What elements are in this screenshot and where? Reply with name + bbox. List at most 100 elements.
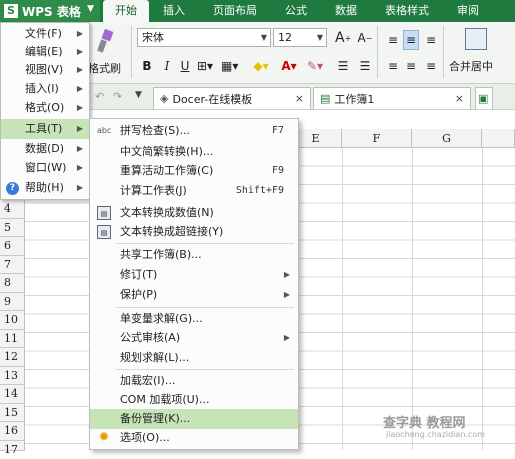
menu-label: 帮助(H) [25,181,64,194]
menu-label: 修订(T) [120,268,158,281]
menu-item-track-changes[interactable]: 修订(T) ▶ [90,265,298,285]
underline-button[interactable]: U [177,56,193,76]
redo-icon[interactable]: ↷ [113,90,122,103]
tab-formulas[interactable]: 公式 [271,0,321,22]
font-name-select[interactable]: 宋体 ▼ [137,28,271,47]
align-right-icon[interactable]: ≡ [423,56,439,76]
menu-item-calc-sheet[interactable]: 计算工作表(J) Shift+F9 [90,181,298,201]
merge-center-label[interactable]: 合并居中 [449,58,493,74]
menu-label: 文本转换成超链接(Y) [120,225,224,238]
format-painter-icon[interactable] [93,28,121,54]
row-header[interactable]: 13 [0,366,25,385]
close-icon[interactable]: × [455,92,464,105]
menu-item-text-to-hyperlink[interactable]: ▤ 文本转换成超链接(Y) [90,222,298,242]
menu-item-format[interactable]: 格式(O) ▶ [1,98,89,118]
bold-button[interactable]: B [139,56,155,76]
docer-icon: ◈ [160,92,169,105]
menu-item-tools[interactable]: 工具(T) ▶ [1,119,89,139]
menu-label: 文件(F) [25,27,62,40]
wps-app-menu-button[interactable]: S WPS 表格 ▼ [0,0,100,22]
chevron-right-icon: ▶ [76,183,83,192]
row-header[interactable]: 6 [0,237,25,256]
row-header[interactable]: 10 [0,311,25,330]
sheet-icon: ▤ [320,92,331,105]
menu-item-formula-auditing[interactable]: 公式审核(A) ▶ [90,328,298,348]
align-middle-icon[interactable]: ≡ [403,30,419,50]
doc-tab-workbook1[interactable]: ▤ 工作簿1 × [313,87,471,109]
menu-item-text-to-number[interactable]: ▤ 文本转换成数值(N) [90,203,298,223]
tab-home[interactable]: 开始 [103,0,149,22]
menu-item-file[interactable]: 文件(F) ▶ [1,24,89,44]
menu-item-insert[interactable]: 插入(I) ▶ [1,79,89,99]
font-size-select[interactable]: 12 ▼ [273,28,327,47]
indent-increase-icon[interactable]: ☰ [357,56,373,76]
menu-item-edit[interactable]: 编辑(E) ▶ [1,42,89,62]
close-icon[interactable]: × [295,92,304,105]
chevron-down-icon: ▼ [87,4,94,14]
tab-review[interactable]: 审阅 [443,0,493,22]
italic-button[interactable]: I [159,56,175,76]
decrease-font-icon[interactable]: A − [357,28,373,48]
row-header[interactable]: 11 [0,329,25,348]
menu-item-spell-check[interactable]: abc 拼写检查(S)... F7 [90,121,298,141]
menu-label: 加载宏(I)... [120,374,176,387]
ribbon-panel: 格式刷 宋体 ▼ 12 ▼ A + A − B I U ⊞▾ ▦▾ ◆▾ A▾ ✎▾… [85,22,515,84]
row-header[interactable]: 17 [0,440,25,456]
clear-format-icon[interactable]: ✎▾ [307,56,323,76]
font-color-icon[interactable]: A▾ [281,56,297,76]
indent-decrease-icon[interactable]: ☰ [335,56,351,76]
column-header-f[interactable]: F [342,129,412,148]
column-header-h[interactable] [482,129,515,148]
menu-item-goal-seek[interactable]: 单变量求解(G)... [90,309,298,329]
tab-page-layout[interactable]: 页面布局 [199,0,271,22]
row-header[interactable]: 4 [0,200,25,219]
menu-item-recalc-workbook[interactable]: 重算活动工作簿(C) F9 [90,161,298,181]
tab-data[interactable]: 数据 [321,0,371,22]
row-header[interactable]: 9 [0,292,25,311]
align-left-icon[interactable]: ≡ [385,56,401,76]
menu-item-help[interactable]: ? 帮助(H) ▶ [1,178,89,198]
column-header-g[interactable]: G [412,129,482,148]
menu-item-window[interactable]: 窗口(W) ▶ [1,158,89,178]
merge-center-icon[interactable] [465,28,487,50]
row-header[interactable]: 5 [0,218,25,237]
format-painter-label[interactable]: 格式刷 [88,60,121,76]
row-header[interactable]: 14 [0,385,25,404]
doc-tab-docer[interactable]: ◈ Docer-在线模板 × [153,87,311,109]
align-bottom-icon[interactable]: ≡ [423,30,439,50]
grid-line [342,148,343,450]
menu-label: COM 加载项(U)... [120,393,210,406]
align-center-icon[interactable]: ≡ [403,56,419,76]
merge-style-icon[interactable]: ▦▾ [221,56,238,76]
menu-item-solver[interactable]: 规划求解(L)... [90,348,298,368]
undo-icon[interactable]: ↶ [95,90,104,103]
menu-label: 插入(I) [25,82,59,95]
row-header[interactable]: 16 [0,422,25,441]
increase-font-icon[interactable]: A + [335,28,351,48]
menu-item-data[interactable]: 数据(D) ▶ [1,139,89,159]
sheet-icon: ▣ [478,92,489,105]
doc-tab-extra[interactable]: ▣ [475,87,493,109]
row-header[interactable]: 8 [0,274,25,293]
menu-item-view[interactable]: 视图(V) ▶ [1,60,89,80]
chevron-down-icon[interactable]: ▼ [135,90,142,100]
row-header[interactable]: 7 [0,255,25,274]
menu-item-protect[interactable]: 保护(P) ▶ [90,285,298,305]
tab-insert[interactable]: 插入 [149,0,199,22]
border-icon[interactable]: ⊞▾ [197,56,213,76]
menu-shortcut: Shift+F9 [235,185,284,196]
tab-table-styles[interactable]: 表格样式 [371,0,443,22]
row-header[interactable]: 12 [0,348,25,367]
menu-item-add-ins[interactable]: 加载宏(I)... [90,371,298,391]
fill-color-icon[interactable]: ◆▾ [253,56,269,76]
menu-item-options[interactable]: ✹ 选项(O)... [90,428,298,448]
chevron-right-icon: ▶ [283,270,290,279]
menu-item-chinese-conversion[interactable]: 中文简繁转换(H)... [90,142,298,162]
menu-item-share-workbook[interactable]: 共享工作簿(B)... [90,245,298,265]
menu-item-com-add-ins[interactable]: COM 加载项(U)... [90,390,298,410]
help-icon: ? [6,182,19,195]
menu-label: 保护(P) [120,288,158,301]
align-top-icon[interactable]: ≡ [385,30,401,50]
menu-item-backup-management[interactable]: 备份管理(K)... [90,409,298,429]
row-header[interactable]: 15 [0,403,25,422]
